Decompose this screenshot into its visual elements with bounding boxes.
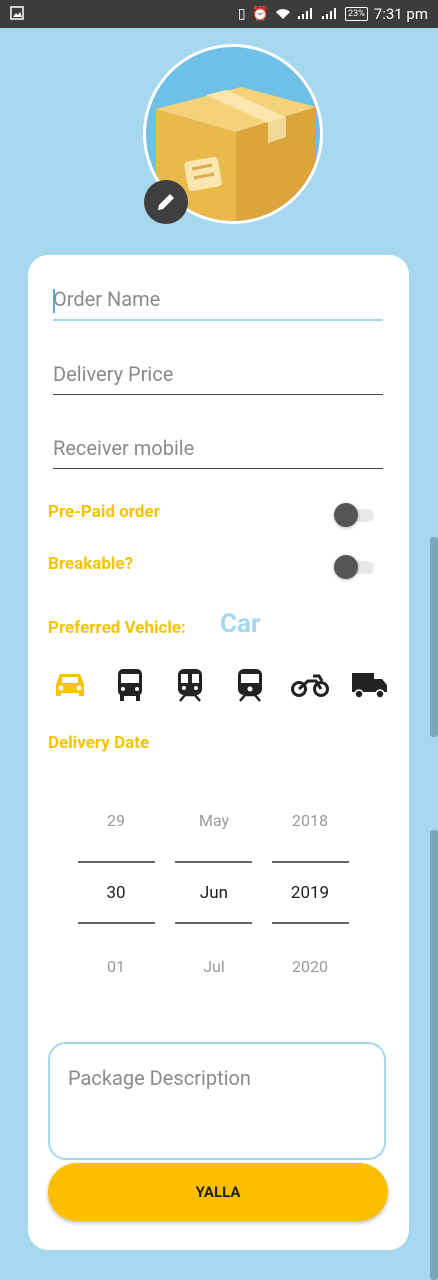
order-name-placeholder: Order Name bbox=[53, 287, 161, 311]
scrollbar[interactable] bbox=[430, 830, 438, 1280]
status-bar: ▯ ⏰ 23% 7:31 pm bbox=[0, 0, 438, 28]
month-selected[interactable]: Jun bbox=[174, 883, 254, 903]
picker-divider bbox=[78, 861, 155, 863]
receiver-mobile-placeholder: Receiver mobile bbox=[53, 436, 195, 460]
truck-icon bbox=[352, 673, 387, 699]
year-picker[interactable]: 2018 bbox=[270, 811, 350, 830]
package-description-placeholder: Package Description bbox=[68, 1066, 251, 1090]
order-name-input[interactable]: Order Name bbox=[53, 281, 383, 321]
vibrate-icon: ▯ bbox=[237, 6, 246, 22]
breakable-toggle[interactable] bbox=[334, 555, 374, 579]
vehicle-option-truck[interactable] bbox=[350, 665, 390, 705]
delivery-price-input[interactable]: Delivery Price bbox=[53, 356, 383, 395]
vehicle-option-car[interactable] bbox=[50, 665, 90, 705]
day-picker[interactable]: 29 bbox=[76, 811, 156, 830]
day-picker-next[interactable]: 01 bbox=[76, 957, 156, 976]
prepaid-label: Pre-Paid order bbox=[48, 502, 160, 522]
picker-divider bbox=[175, 861, 252, 863]
yalla-submit-button[interactable]: YALLA bbox=[48, 1163, 388, 1221]
gallery-icon bbox=[10, 6, 24, 20]
tram-icon bbox=[238, 669, 262, 702]
status-time: 7:31 pm bbox=[373, 5, 428, 23]
bus-icon bbox=[118, 669, 142, 701]
preferred-vehicle-value: Car bbox=[220, 609, 261, 639]
wifi-icon bbox=[276, 9, 291, 19]
day-selected[interactable]: 30 bbox=[76, 883, 156, 903]
vehicle-option-tram[interactable] bbox=[230, 665, 270, 705]
year-selected[interactable]: 2019 bbox=[270, 883, 350, 903]
car-icon bbox=[56, 674, 84, 696]
year-picker-selected[interactable]: 2019 bbox=[270, 883, 350, 903]
picker-divider bbox=[272, 861, 349, 863]
delivery-price-placeholder: Delivery Price bbox=[53, 362, 174, 386]
scrollbar[interactable] bbox=[430, 537, 438, 737]
breakable-label: Breakable? bbox=[48, 554, 134, 574]
month-picker[interactable]: May bbox=[174, 811, 254, 830]
toggle-knob bbox=[334, 503, 358, 527]
signal-icon bbox=[322, 8, 337, 19]
day-picker-selected[interactable]: 30 bbox=[76, 883, 156, 903]
year-picker-next[interactable]: 2020 bbox=[270, 957, 350, 976]
day-prev[interactable]: 29 bbox=[76, 811, 156, 830]
order-form-card: Order Name Delivery Price Receiver mobil… bbox=[28, 255, 409, 1250]
month-picker-next[interactable]: Jul bbox=[174, 957, 254, 976]
toggle-knob bbox=[334, 555, 358, 579]
train-icon bbox=[178, 669, 202, 702]
vehicle-option-bus[interactable] bbox=[110, 665, 150, 705]
month-picker-selected[interactable]: Jun bbox=[174, 883, 254, 903]
year-prev[interactable]: 2018 bbox=[270, 811, 350, 830]
edit-photo-button[interactable] bbox=[144, 180, 188, 224]
month-prev[interactable]: May bbox=[174, 811, 254, 830]
battery-indicator: 23% bbox=[345, 7, 368, 21]
package-description-input[interactable]: Package Description bbox=[48, 1042, 386, 1160]
picker-divider bbox=[272, 922, 349, 924]
pencil-icon bbox=[158, 194, 174, 210]
receiver-mobile-input[interactable]: Receiver mobile bbox=[53, 430, 383, 469]
day-next[interactable]: 01 bbox=[76, 957, 156, 976]
vehicle-option-motorcycle[interactable] bbox=[290, 665, 330, 705]
delivery-date-label: Delivery Date bbox=[48, 733, 150, 753]
preferred-vehicle-label: Preferred Vehicle: bbox=[48, 618, 186, 638]
year-next[interactable]: 2020 bbox=[270, 957, 350, 976]
month-next[interactable]: Jul bbox=[174, 957, 254, 976]
signal-icon bbox=[298, 8, 313, 19]
vehicle-option-train[interactable] bbox=[170, 665, 210, 705]
picker-divider bbox=[175, 922, 252, 924]
picker-divider bbox=[78, 922, 155, 924]
motorcycle-icon bbox=[291, 674, 329, 697]
alarm-icon: ⏰ bbox=[251, 6, 270, 22]
prepaid-toggle[interactable] bbox=[334, 503, 374, 527]
vehicle-selector bbox=[50, 665, 390, 705]
